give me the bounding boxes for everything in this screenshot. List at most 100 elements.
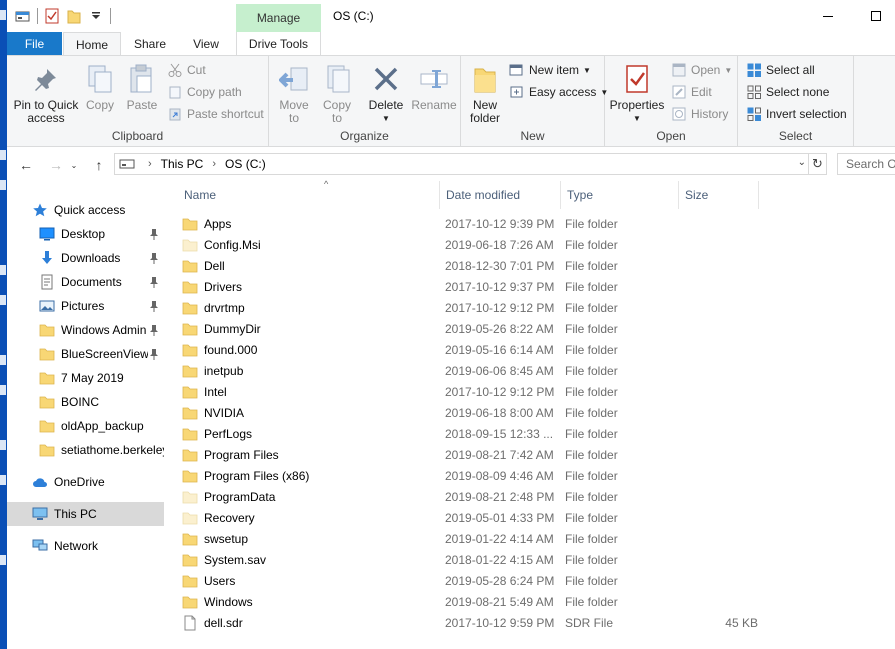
move-to-button[interactable]: Move to [277, 62, 311, 125]
rename-button[interactable]: Rename [411, 62, 457, 112]
nav-quick-access-item[interactable]: setiathome.berkeley [7, 438, 164, 462]
file-type: File folder [565, 300, 618, 315]
file-row[interactable]: found.000 2019-05-16 6:14 AM File folder [182, 339, 762, 360]
file-row[interactable]: Intel 2017-10-12 9:12 PM File folder [182, 381, 762, 402]
paste-shortcut-button[interactable]: Paste shortcut [167, 104, 264, 124]
column-size-label: Size [685, 188, 709, 202]
maximize-button[interactable] [853, 0, 895, 32]
nav-quick-access[interactable]: Quick access [7, 198, 164, 222]
column-header-row: Name ^ Date modified Type Size [164, 179, 895, 209]
file-row[interactable]: drvrtmp 2017-10-12 9:12 PM File folder [182, 297, 762, 318]
nav-this-pc[interactable]: This PC [7, 502, 164, 526]
file-date: 2019-06-18 7:26 AM [445, 237, 554, 252]
move-to-label-2: to [288, 111, 299, 125]
file-row[interactable]: NVIDIA 2019-06-18 8:00 AM File folder [182, 402, 762, 423]
column-header-size[interactable]: Size [679, 181, 759, 209]
file-date: 2019-08-21 7:42 AM [445, 447, 554, 462]
tab-file[interactable]: File [7, 32, 62, 55]
file-row[interactable]: swsetup 2019-01-22 4:14 AM File folder [182, 528, 762, 549]
pin-icon[interactable] [148, 227, 160, 241]
system-menu-icon[interactable] [15, 8, 31, 24]
properties-icon[interactable] [44, 8, 60, 24]
file-name-cell: Apps [182, 213, 231, 234]
file-row[interactable]: Recovery 2019-05-01 4:33 PM File folder [182, 507, 762, 528]
file-row[interactable]: dell.sdr 2017-10-12 9:59 PM SDR File 45 KB [182, 612, 762, 633]
nav-onedrive[interactable]: OneDrive [7, 470, 164, 494]
properties-button[interactable]: Properties ▼ [609, 62, 665, 125]
tab-view[interactable]: View [185, 32, 227, 55]
column-header-date[interactable]: Date modified [440, 181, 561, 209]
file-size [682, 444, 758, 465]
new-folder-icon[interactable] [66, 8, 82, 24]
new-item-button[interactable]: New item ▼ [509, 60, 591, 80]
easy-access-button[interactable]: Easy access ▼ [509, 82, 608, 102]
nav-quick-access-item[interactable]: Windows Admin [7, 318, 164, 342]
file-row[interactable]: Config.Msi 2019-06-18 7:26 AM File folder [182, 234, 762, 255]
breadcrumb-this-pc[interactable]: This PC [161, 157, 204, 171]
new-group-label: New [520, 129, 545, 143]
address-bar[interactable]: › This PC › OS (C:) ⌄ [114, 153, 809, 175]
file-row[interactable]: DummyDir 2019-05-26 8:22 AM File folder [182, 318, 762, 339]
file-row[interactable]: Windows 2019-08-21 5:49 AM File folder [182, 591, 762, 612]
window-title: OS (C:) [333, 9, 374, 23]
open-button[interactable]: Open ▼ [671, 60, 732, 80]
file-row[interactable]: System.sav 2018-01-22 4:15 AM File folder [182, 549, 762, 570]
column-header-type[interactable]: Type [561, 181, 679, 209]
nav-network[interactable]: Network [7, 534, 164, 558]
tab-home[interactable]: Home [63, 32, 121, 56]
nav-quick-access-item[interactable]: Desktop [7, 222, 164, 246]
file-row[interactable]: Users 2019-05-28 6:24 PM File folder [182, 570, 762, 591]
nav-quick-access-item[interactable]: Downloads [7, 246, 164, 270]
nav-quick-access-item[interactable]: Pictures [7, 294, 164, 318]
nav-quick-access-item[interactable]: oldApp_backup [7, 414, 164, 438]
paste-button[interactable]: Paste [123, 62, 161, 112]
pin-icon[interactable] [148, 323, 160, 337]
file-date: 2019-06-18 8:00 AM [445, 405, 554, 420]
file-row[interactable]: ProgramData 2019-08-21 2:48 PM File folder [182, 486, 762, 507]
up-button[interactable]: ↑ [89, 155, 109, 175]
file-date: 2019-08-21 2:48 PM [445, 489, 555, 504]
pin-icon[interactable] [148, 347, 160, 361]
copy-path-button[interactable]: Copy path [167, 82, 242, 102]
pin-icon[interactable] [148, 299, 160, 313]
file-row[interactable]: Program Files (x86) 2019-08-09 4:46 AM Fil… [182, 465, 762, 486]
easy-access-label: Easy access [529, 85, 597, 99]
new-folder-button[interactable]: New folder [467, 62, 503, 125]
back-button[interactable]: ← [16, 155, 36, 175]
tab-drive-tools[interactable]: Drive Tools [236, 32, 321, 55]
customize-toolbar-icon[interactable] [88, 8, 104, 24]
breadcrumb-os-c[interactable]: OS (C:) [225, 157, 266, 171]
file-row[interactable]: Apps 2017-10-12 9:39 PM File folder [182, 213, 762, 234]
select-none-button[interactable]: Select none [746, 82, 829, 102]
nav-quick-access-item[interactable]: BlueScreenView [7, 342, 164, 366]
column-header-name[interactable]: Name ^ [178, 179, 440, 209]
file-row[interactable]: inetpub 2019-06-06 8:45 AM File folder [182, 360, 762, 381]
file-row[interactable]: PerfLogs 2018-09-15 12:33 ... File folder [182, 423, 762, 444]
copy-button[interactable]: Copy [83, 62, 117, 112]
pin-icon[interactable] [148, 251, 160, 265]
delete-button[interactable]: Delete ▼ [366, 62, 406, 125]
nav-quick-access-item[interactable]: Documents [7, 270, 164, 294]
pin-to-quick-access-button[interactable]: Pin to Quick access [13, 62, 79, 125]
refresh-button[interactable]: ↻ [809, 153, 827, 175]
tab-share[interactable]: Share [127, 32, 173, 55]
cut-button[interactable]: Cut [167, 60, 206, 80]
file-row[interactable]: Program Files 2019-08-21 7:42 AM File fold… [182, 444, 762, 465]
copy-to-button[interactable]: Copy to [320, 62, 354, 125]
nav-quick-access-item[interactable]: BOINC [7, 390, 164, 414]
history-button[interactable]: History [671, 104, 728, 124]
address-dropdown-icon[interactable]: ⌄ [798, 157, 806, 168]
pin-icon[interactable] [148, 275, 160, 289]
invert-selection-button[interactable]: Invert selection [746, 104, 847, 124]
minimize-button[interactable] [805, 0, 851, 32]
select-all-button[interactable]: Select all [746, 60, 815, 80]
search-input[interactable]: Search OS (C:) [837, 153, 895, 175]
edit-button[interactable]: Edit [671, 82, 712, 102]
file-row[interactable]: Dell 2018-12-30 7:01 PM File folder [182, 255, 762, 276]
file-row[interactable]: Drivers 2017-10-12 9:37 PM File folder [182, 276, 762, 297]
nav-quick-access-item[interactable]: 7 May 2019 [7, 366, 164, 390]
file-size [682, 234, 758, 255]
forward-button[interactable]: → [46, 155, 66, 175]
recent-locations-button[interactable]: ⌄ [67, 155, 81, 175]
column-date-label: Date modified [446, 188, 521, 202]
